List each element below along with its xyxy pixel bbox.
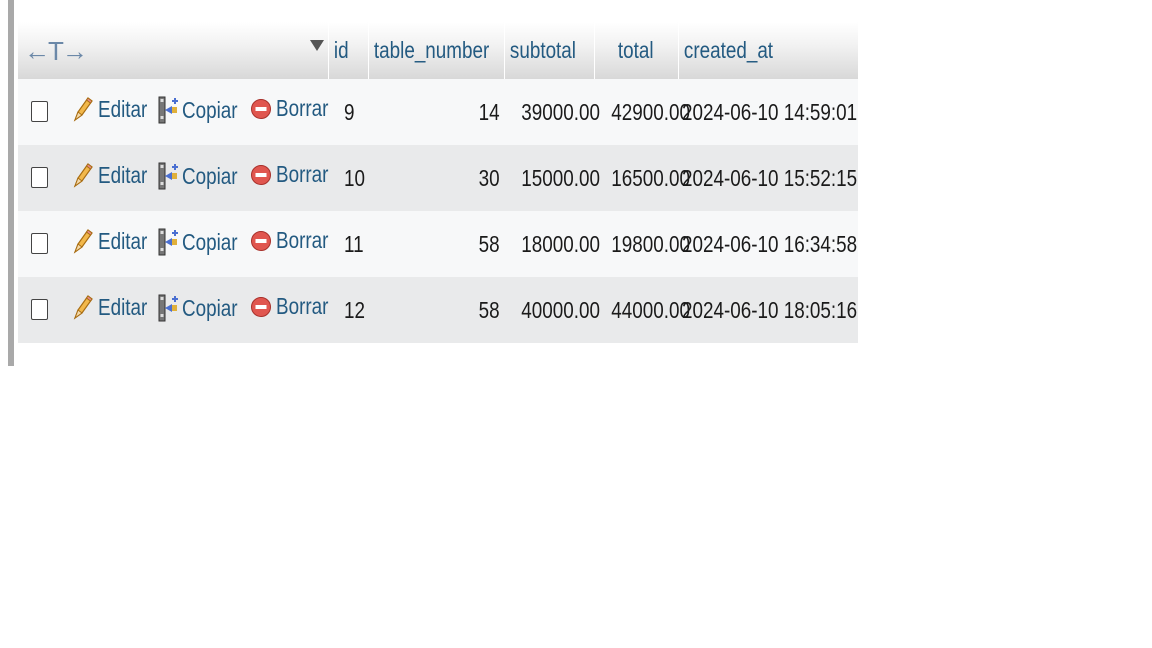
table-row: Editar Copiar Borrar xyxy=(18,145,858,211)
delete-label: Borrar xyxy=(276,161,329,187)
header-subtotal[interactable]: subtotal xyxy=(504,22,595,79)
pencil-icon xyxy=(73,163,93,188)
header-total[interactable]: total xyxy=(594,22,679,79)
delete-icon xyxy=(251,164,271,185)
edit-label: Editar xyxy=(98,293,148,320)
delete-button[interactable]: Borrar xyxy=(250,227,340,254)
row-actions: Editar Copiar Borrar xyxy=(18,79,328,145)
copy-label: Copiar xyxy=(182,228,238,255)
copy-button[interactable]: Copiar xyxy=(158,95,250,125)
copy-button[interactable]: Copiar xyxy=(158,227,250,257)
column-nav-arrows[interactable]: ←T→ xyxy=(24,36,88,67)
cell-table-number: 30 xyxy=(368,145,504,211)
delete-label: Borrar xyxy=(276,293,329,319)
edit-label: Editar xyxy=(98,161,148,188)
cell-subtotal: 18000.00 xyxy=(504,211,600,277)
row-actions: Editar Copiar Borrar xyxy=(18,145,328,211)
cell-table-number: 58 xyxy=(368,277,504,343)
header-table-number[interactable]: table_number xyxy=(368,22,505,79)
actions-header: ←T→ xyxy=(18,22,329,79)
cell-subtotal: 40000.00 xyxy=(504,277,600,343)
cell-subtotal: 39000.00 xyxy=(504,79,600,145)
cell-total: 42900.00 xyxy=(594,79,690,145)
edit-label: Editar xyxy=(98,227,148,254)
table-row: Editar Copiar Borrar xyxy=(18,277,858,343)
cell-table-number: 14 xyxy=(368,79,504,145)
delete-icon xyxy=(251,230,271,251)
copy-icon xyxy=(158,162,178,190)
copy-label: Copiar xyxy=(182,162,238,189)
header-id[interactable]: id xyxy=(328,22,369,79)
row-actions: Editar Copiar Borrar xyxy=(18,277,328,343)
header-row: ←T→ id table_number subtotal total creat… xyxy=(18,22,859,79)
pencil-icon xyxy=(73,97,93,122)
row-checkbox[interactable] xyxy=(31,233,48,254)
copy-label: Copiar xyxy=(182,294,238,321)
row-checkbox[interactable] xyxy=(31,101,48,122)
cell-created-at: 2024-06-10 15:52:15 xyxy=(678,145,858,211)
cell-created-at: 2024-06-10 14:59:01 xyxy=(678,79,858,145)
results-table: ←T→ id table_number subtotal total creat… xyxy=(18,22,859,343)
copy-label: Copiar xyxy=(182,96,238,123)
delete-label: Borrar xyxy=(276,227,329,253)
cell-table-number: 58 xyxy=(368,211,504,277)
cell-subtotal: 15000.00 xyxy=(504,145,600,211)
pencil-icon xyxy=(73,229,93,254)
table-row: Editar Copiar Borrar xyxy=(18,79,858,145)
delete-icon xyxy=(251,296,271,317)
copy-button[interactable]: Copiar xyxy=(158,161,250,191)
sort-desc-icon[interactable] xyxy=(309,40,324,51)
copy-icon xyxy=(158,96,178,124)
delete-button[interactable]: Borrar xyxy=(250,293,340,320)
copy-button[interactable]: Copiar xyxy=(158,293,250,323)
row-actions: Editar Copiar Borrar xyxy=(18,211,328,277)
delete-icon xyxy=(251,98,271,119)
cell-total: 44000.00 xyxy=(594,277,690,343)
cell-created-at: 2024-06-10 16:34:58 xyxy=(678,211,858,277)
delete-button[interactable]: Borrar xyxy=(250,161,340,188)
edit-label: Editar xyxy=(98,95,148,122)
table-row: Editar Copiar Borrar xyxy=(18,211,858,277)
copy-icon xyxy=(158,294,178,322)
left-panel-border xyxy=(0,0,14,366)
edit-button[interactable]: Editar xyxy=(72,293,158,321)
row-checkbox[interactable] xyxy=(31,299,48,320)
row-checkbox[interactable] xyxy=(31,167,48,188)
pencil-icon xyxy=(73,295,93,320)
delete-label: Borrar xyxy=(276,95,329,121)
cell-total: 16500.00 xyxy=(594,145,690,211)
edit-button[interactable]: Editar xyxy=(72,161,158,189)
cell-total: 19800.00 xyxy=(594,211,690,277)
cell-created-at: 2024-06-10 18:05:16 xyxy=(678,277,858,343)
header-created-at[interactable]: created_at xyxy=(678,22,859,79)
edit-button[interactable]: Editar xyxy=(72,227,158,255)
delete-button[interactable]: Borrar xyxy=(250,95,340,122)
edit-button[interactable]: Editar xyxy=(72,95,158,123)
copy-icon xyxy=(158,228,178,256)
